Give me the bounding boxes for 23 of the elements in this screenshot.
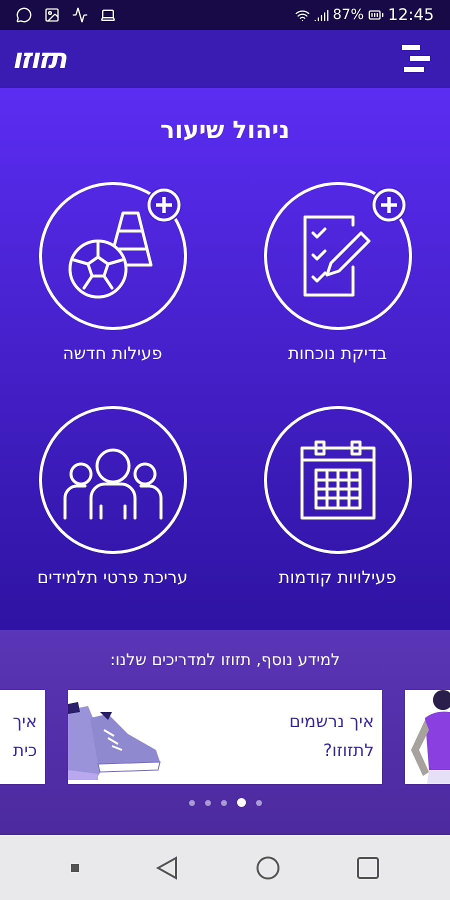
page-title: ניהול שיעור — [160, 115, 290, 146]
chat-icon — [16, 7, 32, 23]
image-icon — [44, 7, 60, 23]
chart-icon — [72, 7, 88, 23]
battery-percent: 87% — [332, 6, 364, 24]
clock: 12:45 — [388, 4, 434, 26]
card-title: כית — [13, 740, 37, 763]
guide-card[interactable]: איך נרשמים לתזוזו? — [68, 690, 382, 784]
recents-icon[interactable] — [357, 856, 380, 878]
menu-icon — [400, 45, 430, 73]
laptop-icon — [100, 7, 116, 23]
wifi-icon — [294, 8, 310, 22]
guides-heading: למידע נוסף, תזוזו למדריכים שלנו: — [109, 649, 341, 671]
calendar-icon — [300, 440, 376, 520]
card-title: לתזוזו? — [323, 740, 374, 763]
back-icon[interactable] — [156, 856, 178, 880]
checklist-pencil-icon — [302, 215, 372, 297]
home-icon[interactable] — [256, 856, 280, 880]
card-title: איך — [12, 710, 37, 734]
guide-card[interactable]: איך כית — [0, 690, 45, 784]
logo: תזוזו — [12, 41, 66, 77]
signal-icon — [314, 8, 329, 22]
card-title: איך נרשמים — [289, 710, 374, 734]
